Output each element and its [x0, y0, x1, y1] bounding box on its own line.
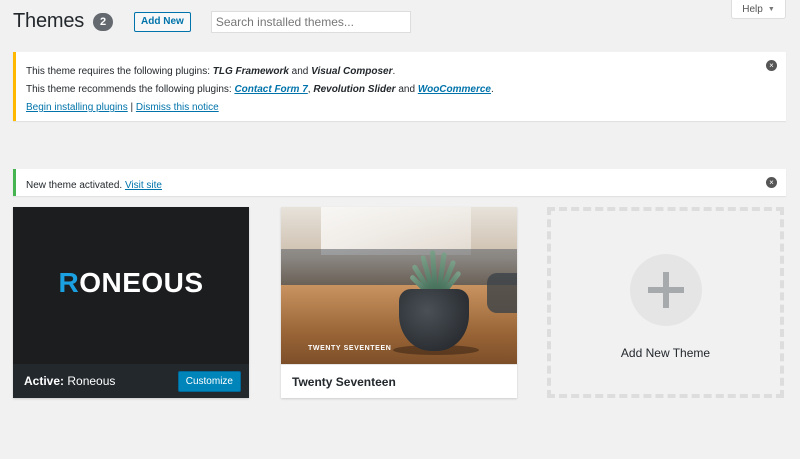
add-new-theme-label: Add New Theme [620, 346, 711, 360]
theme-screenshot[interactable]: RONEOUS [13, 207, 249, 364]
close-icon[interactable]: × [766, 177, 777, 188]
recommended-plugins-text: This theme recommends the following plug… [26, 84, 235, 95]
logo-text: ONEOUS [79, 266, 204, 298]
begin-installing-plugins-link[interactable]: Begin installing plugins [26, 102, 128, 113]
roneous-logo: RONEOUS [58, 267, 203, 299]
required-plugins-line: This theme requires the following plugin… [26, 63, 786, 81]
contact-form-7-link[interactable]: Contact Form 7 [234, 84, 307, 95]
theme-name-bar: Active: Roneous Customize [13, 364, 249, 398]
required-plugin-name: TLG Framework [212, 66, 289, 77]
separator: | [127, 102, 136, 113]
punctuation: . [392, 66, 396, 77]
visit-site-link[interactable]: Visit site [125, 180, 162, 191]
woocommerce-link[interactable]: WooCommerce [418, 84, 491, 95]
dismiss-notice-link[interactable]: Dismiss this notice [136, 102, 219, 113]
activated-text: New theme activated. [26, 180, 125, 191]
caret-down-icon: ▼ [767, 5, 775, 13]
theme-activated-notice: New theme activated. Visit site × [13, 169, 786, 196]
recommended-plugin-name: Revolution Slider [313, 84, 396, 95]
background-plant-pot [487, 273, 517, 313]
close-icon[interactable]: × [766, 60, 777, 71]
logo-initial: R [58, 266, 80, 298]
add-new-button[interactable]: Add New [134, 11, 191, 32]
required-plugins-text: This theme requires the following plugin… [26, 66, 213, 77]
punctuation: . [491, 84, 494, 95]
required-plugin-name: Visual Composer [311, 66, 393, 77]
theme-name: Active: Roneous [24, 374, 115, 388]
search-themes-input[interactable] [210, 10, 411, 33]
screenshot-caption: TWENTY SEVENTEEN [308, 345, 392, 352]
active-theme-name: Roneous [67, 374, 116, 388]
add-new-theme-card[interactable]: Add New Theme [547, 207, 784, 398]
help-tab[interactable]: Help ▼ [731, 0, 786, 19]
background-sofa [281, 249, 517, 289]
window-light [321, 207, 471, 255]
conjunction-text: and [288, 66, 312, 77]
recommended-plugins-line: This theme recommends the following plug… [26, 81, 786, 99]
customize-button[interactable]: Customize [177, 370, 241, 392]
theme-count-badge: 2 [93, 12, 114, 31]
page-header: Themes 2 Add New [13, 10, 411, 33]
theme-screenshot[interactable]: TWENTY SEVENTEEN [281, 207, 517, 364]
help-label: Help [742, 3, 763, 15]
theme-card-twenty-seventeen[interactable]: TWENTY SEVENTEEN Twenty Seventeen [281, 207, 517, 398]
active-label: Active: [24, 374, 65, 388]
notice-actions: Begin installing plugins | Dismiss this … [26, 99, 786, 117]
plugins-notice: This theme requires the following plugin… [13, 52, 786, 121]
activated-message: New theme activated. Visit site [26, 177, 786, 195]
theme-name-bar: Twenty Seventeen [281, 364, 517, 398]
page-title: Themes [13, 10, 85, 32]
theme-card-roneous[interactable]: RONEOUS Active: Roneous Customize [13, 207, 249, 398]
conjunction-text: and [395, 84, 418, 95]
theme-name: Twenty Seventeen [292, 374, 396, 389]
plus-icon [629, 254, 702, 326]
